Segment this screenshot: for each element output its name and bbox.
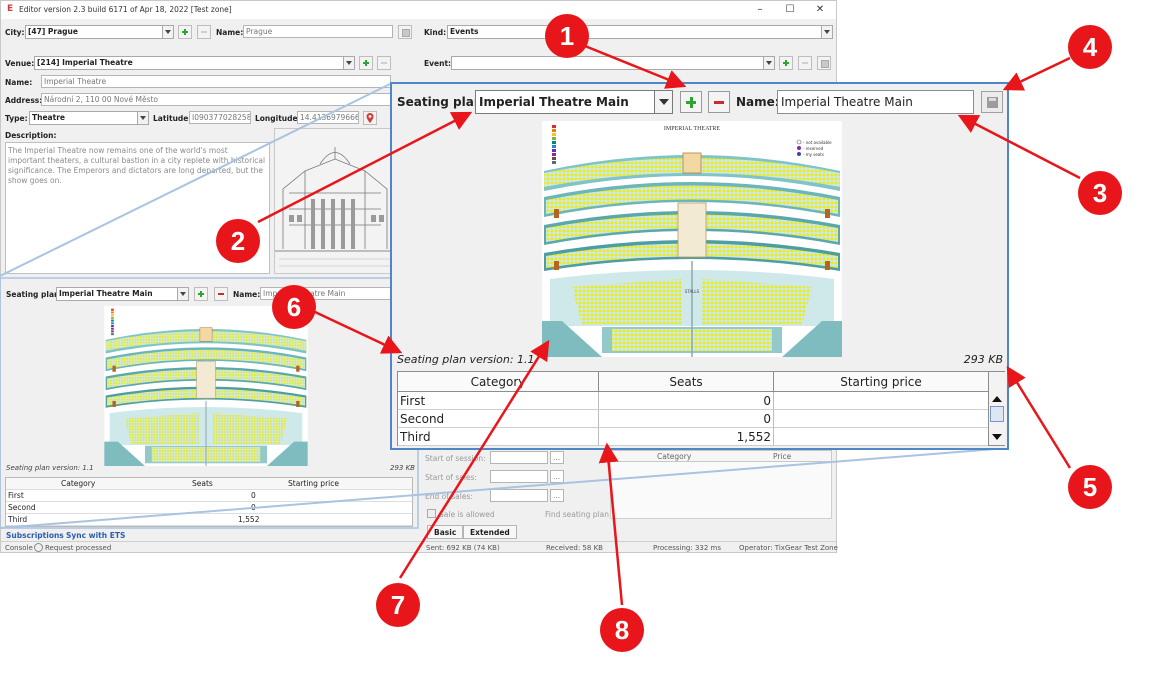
callout-arrows (257, 44, 1081, 606)
callout-5: 5 (1068, 465, 1112, 509)
callout-3: 3 (1078, 171, 1122, 215)
callout-2: 2 (216, 219, 260, 263)
callout-6: 6 (272, 285, 316, 329)
callout-8: 8 (600, 608, 644, 652)
callout-7: 7 (376, 583, 420, 627)
callout-4: 4 (1068, 25, 1112, 69)
callout-1: 1 (545, 14, 589, 58)
